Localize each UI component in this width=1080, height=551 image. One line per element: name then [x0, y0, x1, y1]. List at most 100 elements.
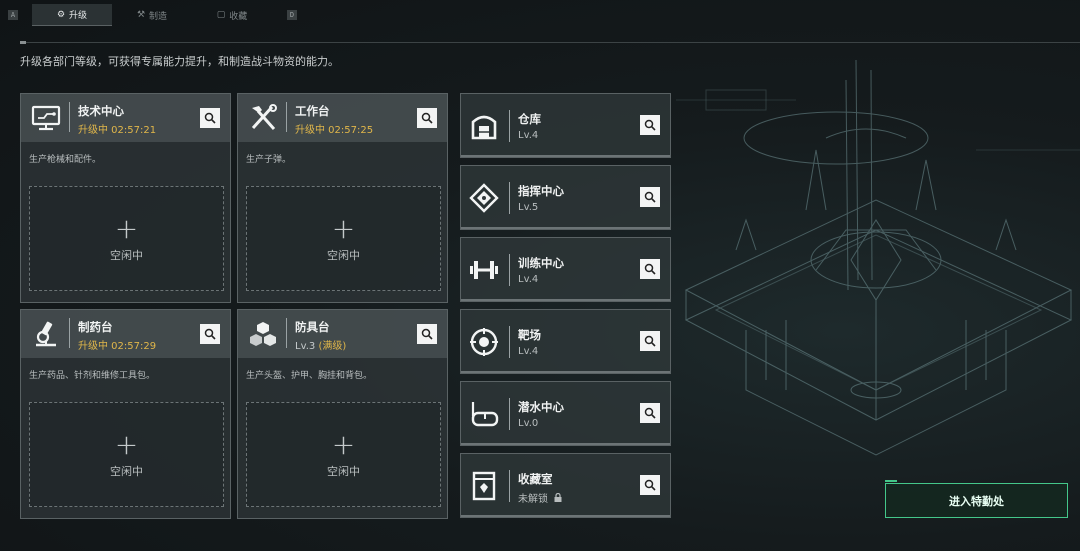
facility-level: Lv.0 — [518, 418, 539, 429]
card-title: 制药台 — [78, 320, 113, 334]
slot-status: 空闲中 — [327, 248, 360, 262]
facility-lock-status: 未解锁 — [518, 490, 562, 505]
facility-collection-room[interactable]: 收藏室 未解锁 — [460, 453, 671, 518]
facility-name: 仓库 — [518, 112, 541, 126]
inspect-button[interactable] — [640, 187, 660, 207]
facility-separator — [509, 110, 510, 142]
search-icon — [421, 328, 433, 340]
search-icon — [644, 407, 656, 419]
facility-separator — [509, 398, 510, 430]
inspect-button[interactable] — [640, 403, 660, 423]
top-tab-bar: A ⚙ 升级 ⚒ 制造 ▢ 收藏 D — [0, 0, 1080, 32]
next-tab-key-hint[interactable]: D — [287, 10, 297, 20]
card-header-separator — [69, 102, 70, 132]
facility-training-center[interactable]: 训练中心 Lv.4 — [460, 237, 671, 302]
collection-room-icon — [467, 470, 501, 502]
enter-special-ops-button[interactable]: 进入特勤处 — [885, 483, 1068, 518]
enter-button-mark — [885, 480, 897, 482]
facility-name: 指挥中心 — [518, 184, 564, 198]
facility-separator — [509, 254, 510, 286]
inspect-button[interactable] — [200, 324, 220, 344]
add-icon: + — [331, 211, 356, 245]
inspect-button[interactable] — [640, 115, 660, 135]
tab-collection-label: 收藏 — [229, 11, 248, 22]
card-header-separator — [286, 102, 287, 132]
search-icon — [644, 191, 656, 203]
cubes-icon — [246, 318, 280, 350]
tools-icon — [246, 102, 280, 134]
card-description: 生产药品、针剂和维修工具包。 — [29, 371, 156, 381]
card-workbench[interactable]: 工作台 升级中 02:57:25 生产子弹。 + 空闲中 — [237, 93, 448, 303]
card-header: 工作台 升级中 02:57:25 — [238, 94, 447, 142]
search-icon — [204, 328, 216, 340]
facility-footline — [461, 155, 670, 157]
facility-footline — [461, 443, 670, 445]
facility-name: 训练中心 — [518, 256, 564, 270]
card-title: 技术中心 — [78, 104, 124, 118]
card-tech-center[interactable]: 技术中心 升级中 02:57:21 生产枪械和配件。 + 空闲中 — [20, 93, 231, 303]
monitor-icon — [29, 102, 63, 134]
facility-level: Lv.4 — [518, 130, 539, 141]
facility-name: 收藏室 — [518, 472, 553, 486]
inspect-button[interactable] — [640, 475, 660, 495]
card-description: 生产子弹。 — [246, 155, 292, 165]
tab-upgrade-label: 升级 — [69, 11, 88, 21]
page-description: 升级各部门等级，可获得专属能力提升，和制造战斗物资的能力。 — [20, 55, 339, 68]
production-slot[interactable]: + 空闲中 — [246, 402, 441, 507]
tab-upgrade[interactable]: ⚙ 升级 — [32, 4, 112, 26]
tab-collection[interactable]: ▢ 收藏 — [192, 4, 272, 26]
facility-footline — [461, 227, 670, 229]
upgrade-timer: 升级中 02:57:25 — [295, 125, 374, 136]
production-slot[interactable]: + 空闲中 — [246, 186, 441, 291]
production-slot[interactable]: + 空闲中 — [29, 186, 224, 291]
facility-level: Lv.5 — [518, 202, 539, 213]
search-icon — [644, 263, 656, 275]
warehouse-icon — [467, 110, 501, 142]
inspect-button[interactable] — [640, 259, 660, 279]
microscope-icon — [29, 318, 63, 350]
facility-separator — [509, 470, 510, 502]
search-icon — [204, 112, 216, 124]
facility-level: Lv.4 — [518, 274, 539, 285]
facility-shooting-range[interactable]: 靶场 Lv.4 — [460, 309, 671, 374]
command-chip-icon — [467, 182, 501, 214]
facility-name: 潜水中心 — [518, 400, 564, 414]
facility-dive-center[interactable]: 潜水中心 Lv.0 — [460, 381, 671, 446]
facility-command-center[interactable]: 指挥中心 Lv.5 — [460, 165, 671, 230]
card-title: 工作台 — [295, 104, 330, 118]
card-header-separator — [286, 318, 287, 348]
tab-craft[interactable]: ⚒ 制造 — [112, 4, 192, 26]
dumbbell-icon — [467, 254, 501, 286]
card-description: 生产枪械和配件。 — [29, 155, 102, 165]
production-slot[interactable]: + 空闲中 — [29, 402, 224, 507]
card-description: 生产头盔、护甲、胸挂和背包。 — [246, 371, 373, 381]
prev-tab-key-hint[interactable]: A — [8, 10, 18, 20]
collection-icon: ▢ — [216, 10, 226, 20]
level-value: Lv.3 — [295, 341, 316, 352]
header-divider-mark — [20, 41, 26, 44]
craft-icon: ⚒ — [136, 10, 146, 20]
inspect-button[interactable] — [417, 324, 437, 344]
card-pharmacy[interactable]: 制药台 升级中 02:57:29 生产药品、针剂和维修工具包。 + 空闲中 — [20, 309, 231, 519]
facility-separator — [509, 182, 510, 214]
facility-warehouse[interactable]: 仓库 Lv.4 — [460, 93, 671, 158]
target-icon — [467, 326, 501, 358]
base-3d-model[interactable] — [676, 59, 1080, 500]
search-icon — [644, 335, 656, 347]
upgrade-timer: 升级中 02:57:29 — [78, 341, 157, 352]
facility-footline — [461, 515, 670, 517]
card-armor-bench[interactable]: 防具台 Lv.3 (满级) 生产头盔、护甲、胸挂和背包。 + 空闲中 — [237, 309, 448, 519]
upgrade-timer: 升级中 02:57:21 — [78, 125, 157, 136]
facility-name: 靶场 — [518, 328, 541, 342]
card-header: 技术中心 升级中 02:57:21 — [21, 94, 230, 142]
slot-status: 空闲中 — [110, 248, 143, 262]
inspect-button[interactable] — [640, 331, 660, 351]
facility-footline — [461, 371, 670, 373]
facility-separator — [509, 326, 510, 358]
locked-label: 未解锁 — [518, 494, 548, 505]
inspect-button[interactable] — [200, 108, 220, 128]
facility-footline — [461, 299, 670, 301]
card-level: Lv.3 (满级) — [295, 337, 346, 352]
inspect-button[interactable] — [417, 108, 437, 128]
slot-status: 空闲中 — [110, 464, 143, 478]
